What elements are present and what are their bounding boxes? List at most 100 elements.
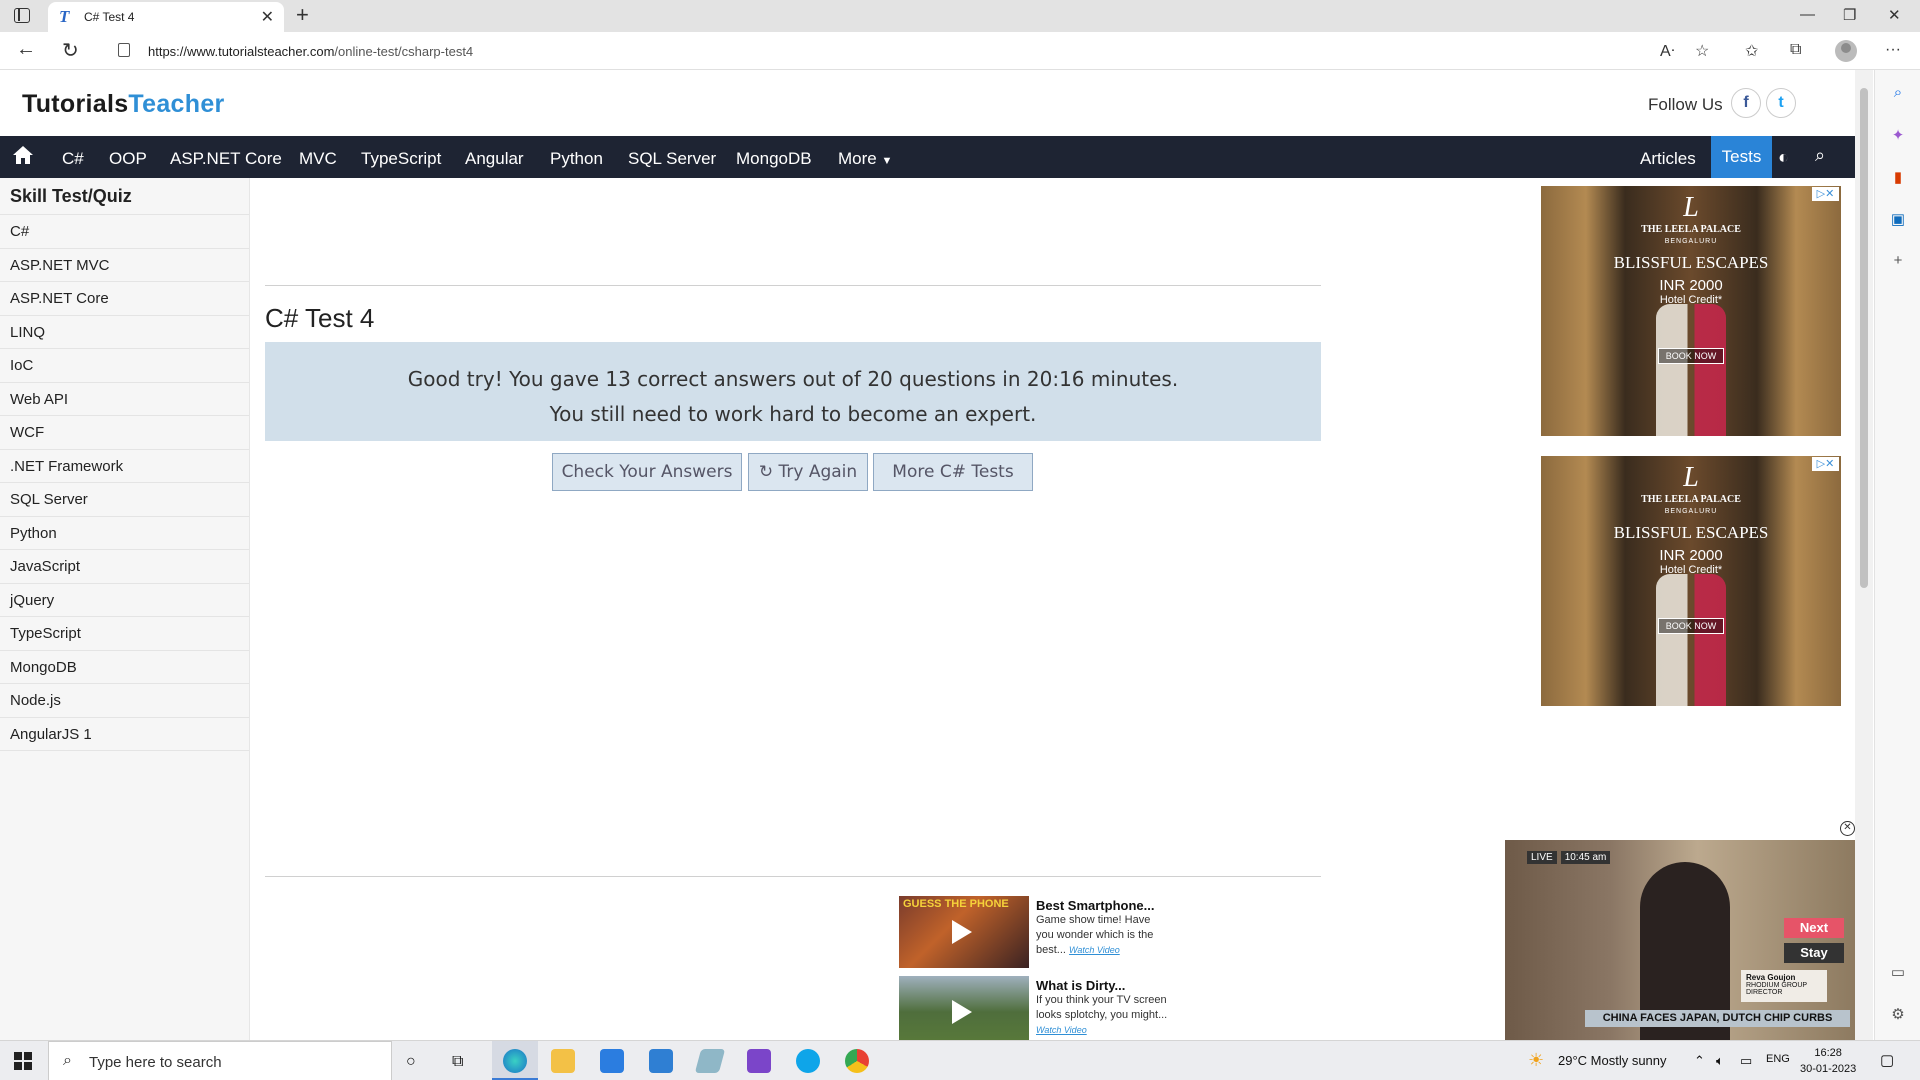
sidebar-item-sql-server[interactable]: SQL Server xyxy=(0,483,249,517)
close-video-icon[interactable]: ✕ xyxy=(1840,821,1855,836)
mail-icon[interactable] xyxy=(649,1049,673,1073)
nav-item-oop[interactable]: OOP xyxy=(109,149,147,169)
close-tab-icon[interactable]: ✕ xyxy=(261,7,274,27)
lock-icon[interactable] xyxy=(118,43,130,57)
advertisement[interactable]: ▷✕ L THE LEELA PALACE BENGALURU BLISSFUL… xyxy=(1541,456,1841,706)
home-icon[interactable] xyxy=(12,145,34,165)
sidebar-item-aspnet-mvc[interactable]: ASP.NET MVC xyxy=(0,249,249,282)
taskbar-search[interactable]: ⌕ Type here to search xyxy=(48,1041,392,1080)
chrome-icon[interactable] xyxy=(845,1049,869,1073)
minimize-icon[interactable]: — xyxy=(1800,6,1815,23)
tab-actions-icon[interactable] xyxy=(14,8,30,23)
sidebar-item-nodejs[interactable]: Node.js xyxy=(0,684,249,718)
nav-item-csharp[interactable]: C# xyxy=(62,149,84,169)
sidebar-item-web-api[interactable]: Web API xyxy=(0,383,249,416)
sidebar-item-angularjs[interactable]: AngularJS 1 xyxy=(0,718,249,751)
restore-icon[interactable]: ❐ xyxy=(1843,6,1856,24)
network-icon[interactable]: ▭ xyxy=(1740,1053,1752,1069)
sidebar-item-linq[interactable]: LINQ xyxy=(0,316,249,349)
site-logo[interactable]: TutorialsTeacher xyxy=(22,90,225,119)
nav-item-angular[interactable]: Angular xyxy=(465,149,524,169)
more-tests-button[interactable]: More C# Tests xyxy=(873,453,1033,491)
sidebar-item-csharp[interactable]: C# xyxy=(0,215,249,249)
collections-icon[interactable]: ⧉ xyxy=(1790,41,1801,59)
twitter-icon[interactable]: t xyxy=(1766,88,1796,118)
sidebar-item-aspnet-core[interactable]: ASP.NET Core xyxy=(0,282,249,316)
search-icon[interactable]: ⌕ xyxy=(1815,145,1825,166)
ad-price: INR 2000 xyxy=(1659,277,1723,294)
try-again-button[interactable]: ↻ Try Again xyxy=(748,453,868,491)
check-answers-button[interactable]: Check Your Answers xyxy=(552,453,742,491)
notepad-icon[interactable] xyxy=(694,1049,726,1073)
sidebar-toggle-icon[interactable]: ▭ xyxy=(1889,963,1907,981)
nav-item-mvc[interactable]: MVC xyxy=(299,149,337,169)
next-video-button[interactable]: Next xyxy=(1784,918,1844,938)
live-label: LIVE xyxy=(1527,851,1557,864)
file-explorer-icon[interactable] xyxy=(551,1049,575,1073)
contrast-icon[interactable]: ◐ xyxy=(1778,147,1789,168)
nav-item-python[interactable]: Python xyxy=(550,149,603,169)
advertisement[interactable]: ▷✕ L THE LEELA PALACE BENGALURU BLISSFUL… xyxy=(1541,186,1841,436)
favorites-icon[interactable]: ✩ xyxy=(1745,41,1758,61)
sidebar-item-typescript[interactable]: TypeScript xyxy=(0,617,249,651)
sidebar-item-ioc[interactable]: IoC xyxy=(0,349,249,383)
visual-studio-icon[interactable] xyxy=(747,1049,771,1073)
add-favorite-icon[interactable]: ☆ xyxy=(1695,41,1709,61)
recommendation-title[interactable]: Best Smartphone... xyxy=(1036,898,1154,913)
weather-text[interactable]: 29°C Mostly sunny xyxy=(1558,1053,1667,1068)
weather-icon[interactable]: ☀ xyxy=(1528,1050,1544,1071)
sidebar-item-dotnet-framework[interactable]: .NET Framework xyxy=(0,450,249,483)
sidebar-item-mongodb[interactable]: MongoDB xyxy=(0,651,249,684)
office-icon[interactable]: ▮ xyxy=(1889,168,1907,186)
nav-item-typescript[interactable]: TypeScript xyxy=(361,149,441,169)
nav-item-aspnet-core[interactable]: ASP.NET Core xyxy=(170,149,282,169)
sidebar-item-javascript[interactable]: JavaScript xyxy=(0,550,249,584)
nav-item-more[interactable]: More ▼ xyxy=(838,149,892,169)
profile-avatar[interactable] xyxy=(1835,40,1857,62)
page-scrollbar[interactable] xyxy=(1855,70,1873,1040)
sidebar-item-wcf[interactable]: WCF xyxy=(0,416,249,450)
watch-video-link[interactable]: Watch Video xyxy=(1036,1025,1087,1035)
add-icon[interactable]: + xyxy=(1889,252,1907,270)
refresh-icon[interactable]: ↻ xyxy=(62,38,79,63)
windows-start-icon[interactable] xyxy=(14,1052,32,1070)
discover-icon[interactable]: ✦ xyxy=(1889,126,1907,144)
outlook-icon[interactable]: ▣ xyxy=(1889,210,1907,228)
sidebar-item-jquery[interactable]: jQuery xyxy=(0,584,249,617)
video-thumbnail[interactable] xyxy=(899,976,1029,1048)
search-icon[interactable]: ⌕ xyxy=(1889,84,1907,102)
ad-book-now[interactable]: BOOK NOW xyxy=(1658,618,1724,634)
stay-button[interactable]: Stay xyxy=(1784,943,1844,963)
close-window-icon[interactable]: ✕ xyxy=(1888,6,1901,24)
read-aloud-icon[interactable]: Aᐧ xyxy=(1660,41,1675,61)
notifications-icon[interactable]: ▢ xyxy=(1880,1051,1894,1069)
taskbar-clock[interactable]: 16:28 30-01-2023 xyxy=(1800,1045,1856,1077)
back-icon[interactable]: ← xyxy=(16,38,36,61)
more-options-icon[interactable]: ··· xyxy=(1885,41,1901,59)
scrollbar-thumb[interactable] xyxy=(1860,88,1868,588)
recommendation-title[interactable]: What is Dirty... xyxy=(1036,978,1125,993)
watch-video-link[interactable]: Watch Video xyxy=(1069,945,1120,955)
language-indicator[interactable]: ENG xyxy=(1766,1053,1790,1065)
video-player[interactable]: LIVE 10:45 am Next Stay Reva Goujon RHODIU… xyxy=(1505,840,1855,1040)
settings-icon[interactable]: ⚙ xyxy=(1889,1005,1907,1023)
facebook-icon[interactable]: f xyxy=(1731,88,1761,118)
skype-icon[interactable] xyxy=(796,1049,820,1073)
task-view-icon[interactable]: ⧉ xyxy=(452,1053,463,1071)
nav-item-sql-server[interactable]: SQL Server xyxy=(628,149,716,169)
nav-item-articles[interactable]: Articles xyxy=(1640,149,1696,169)
edge-icon[interactable] xyxy=(503,1049,527,1073)
new-tab-icon[interactable]: + xyxy=(296,2,309,28)
divider-bottom xyxy=(265,876,1321,877)
speaker-icon[interactable]: 🔈︎ xyxy=(1716,1053,1724,1069)
ad-book-now[interactable]: BOOK NOW xyxy=(1658,348,1724,364)
nav-item-mongodb[interactable]: MongoDB xyxy=(736,149,812,169)
browser-tab[interactable]: T C# Test 4 ✕ xyxy=(48,2,284,32)
sidebar-item-python[interactable]: Python xyxy=(0,517,249,550)
nav-item-tests[interactable]: Tests xyxy=(1711,136,1772,178)
store-icon[interactable] xyxy=(600,1049,624,1073)
cortana-icon[interactable]: ○ xyxy=(406,1053,416,1071)
video-thumbnail[interactable]: GUESS THE PHONE xyxy=(899,896,1029,968)
url-field[interactable]: https://www.tutorialsteacher.com/online-… xyxy=(148,44,473,59)
chevron-up-icon[interactable]: ⌃ xyxy=(1694,1053,1705,1069)
